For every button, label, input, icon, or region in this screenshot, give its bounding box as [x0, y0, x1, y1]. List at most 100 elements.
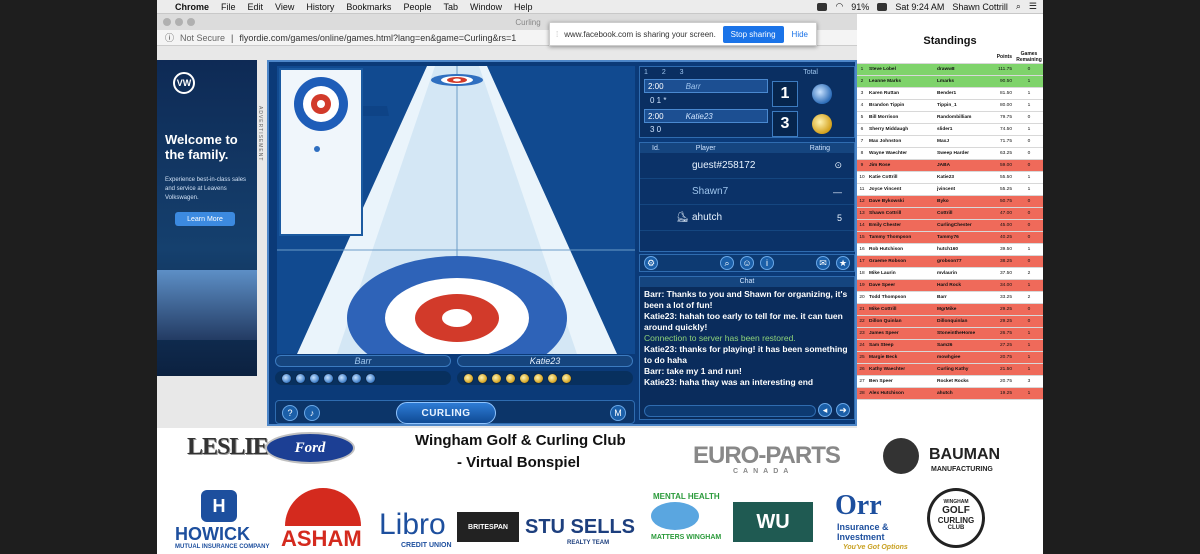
curling-stone-icon: [477, 372, 488, 384]
standings-cell: 16: [859, 247, 865, 252]
curling-stone-icon: [281, 372, 292, 384]
learn-more-button[interactable]: Learn More: [175, 212, 235, 226]
standings-cell: 74.50: [999, 127, 1012, 132]
minimize-window-icon[interactable]: [175, 18, 183, 26]
menu-tab[interactable]: Tab: [443, 2, 458, 12]
settings-gear-icon[interactable]: ⚙: [644, 256, 658, 270]
britespan-logo: BRITESPAN: [457, 512, 519, 542]
standings-cell: mvlaurin: [937, 271, 957, 276]
standings-cell: 7: [860, 139, 864, 144]
menu-edit[interactable]: Edit: [248, 2, 264, 12]
battery-label[interactable]: 91%: [851, 2, 869, 12]
chat-input[interactable]: [644, 405, 816, 417]
menu-bookmarks[interactable]: Bookmarks: [346, 2, 391, 12]
search-player-icon[interactable]: ⌕: [720, 256, 734, 270]
standings-cell: 1: [1027, 367, 1031, 372]
mental-health-title: MENTAL HEALTH: [653, 492, 720, 501]
leslie-logo: LESLIE: [187, 434, 269, 460]
standings-cell: Sam26: [937, 343, 953, 348]
standings-cell: Max Johnston: [869, 139, 902, 144]
not-secure-label[interactable]: Not Secure: [180, 33, 225, 43]
standings-cell: 21.50: [999, 367, 1012, 372]
standings-cell: 81.50: [999, 91, 1012, 96]
chat-message: Katie23: hahah too early to tell for me.…: [644, 311, 843, 332]
standings-cell: 1: [1027, 343, 1031, 348]
volume-icon[interactable]: ◂: [818, 403, 832, 417]
total-barr: 1: [772, 81, 798, 107]
help-button[interactable]: ?: [282, 405, 298, 421]
standings-cell: 1: [1027, 283, 1031, 288]
menu-view[interactable]: View: [275, 2, 294, 12]
stop-sharing-button[interactable]: Stop sharing: [722, 25, 784, 43]
curling-button[interactable]: CURLING: [396, 402, 496, 424]
invite-icon[interactable]: ✉: [816, 256, 830, 270]
score-row-barr: 2:00 Barr: [644, 79, 768, 93]
menu-help[interactable]: Help: [514, 2, 533, 12]
asham-arch-icon: [285, 488, 361, 526]
close-window-icon[interactable]: [163, 18, 171, 26]
libro-logo: Libro: [379, 508, 446, 541]
standings-cell: Rocket Rocks: [937, 379, 969, 384]
chat-messages: Barr: Thanks to you and Shawn for organi…: [640, 287, 854, 390]
standings-cell: hutch160: [937, 247, 959, 252]
player-row[interactable]: Shawn7 —: [640, 179, 854, 205]
player-tools: ⚙ ⌕ ☺ i ✉ ★: [639, 254, 855, 272]
player-row[interactable]: guest#258172 ⊙: [640, 153, 854, 179]
curling-game[interactable]: Barr Katie23 ? ♪ CURLING M 1 2 3 Total 2…: [267, 60, 857, 426]
standings-row: 20 Todd Thompson Barr 33.25 2: [857, 292, 1043, 304]
standings-cell: grobson77: [937, 259, 962, 264]
standings-cell: jvincent: [937, 187, 956, 192]
curling-stone-icon: [351, 372, 362, 384]
standings-cell: 11: [859, 187, 865, 192]
standings-cell: 29.25: [999, 307, 1012, 312]
standings-cell: Ben Speer: [869, 379, 893, 384]
chat-panel[interactable]: Chat Barr: Thanks to you and Shawn for o…: [639, 276, 855, 420]
standings-cell: MaxJ: [937, 139, 949, 144]
orr-logo: Orr: [835, 490, 882, 521]
vw-advertisement[interactable]: VW Welcome to the family. Experience bes…: [157, 60, 257, 376]
standings-cell: Karen Ruttan: [869, 91, 900, 96]
profile-icon[interactable]: ☺: [740, 256, 754, 270]
standings-row: 1 Steve Lobel draww8 111.75 0: [857, 64, 1043, 76]
sponsor-banner: LESLIE Ford Wingham Golf & Curling Club …: [157, 428, 1043, 554]
wifi-icon[interactable]: ◠: [835, 1, 843, 12]
menu-app[interactable]: Chrome: [175, 2, 209, 12]
standings-cell: 23: [859, 331, 865, 336]
standings-cell: 1: [1027, 391, 1031, 396]
battery-icon[interactable]: [877, 2, 888, 11]
curling-sheet[interactable]: [277, 66, 635, 354]
chat-message: Katie23: haha thay was an interesting en…: [644, 377, 814, 387]
menu-history[interactable]: History: [306, 2, 334, 12]
standings-cell: 1: [1027, 355, 1031, 360]
menu-people[interactable]: People: [403, 2, 431, 12]
standings-cell: 17: [859, 259, 865, 264]
sound-button[interactable]: ♪: [304, 405, 320, 421]
ends-header: 1 2 3: [644, 69, 690, 76]
drag-handle-icon[interactable]: ⁞: [556, 30, 558, 39]
info-icon[interactable]: i: [760, 256, 774, 270]
menu-file[interactable]: File: [221, 2, 236, 12]
menu-button[interactable]: M: [610, 405, 626, 421]
menu-window[interactable]: Window: [470, 2, 502, 12]
search-icon[interactable]: ⌕: [1016, 1, 1021, 12]
user-name[interactable]: Shawn Cottrill: [952, 2, 1008, 12]
bauman-logo-icon: [883, 438, 919, 474]
hide-button[interactable]: Hide: [792, 30, 808, 39]
menu-list-icon[interactable]: ☰: [1029, 1, 1037, 12]
standings-row: 14 Emily Chester CurlingChester 45.00 0: [857, 220, 1043, 232]
trophy-icon[interactable]: ★: [836, 256, 850, 270]
send-icon[interactable]: ➜: [836, 403, 850, 417]
standings-table: Points Games Remaining 1 Steve Lobel draww8 1…: [857, 50, 1043, 400]
screen-share-icon[interactable]: [817, 2, 828, 11]
zoom-window-icon[interactable]: [187, 18, 195, 26]
standings-cell: 1: [1027, 331, 1031, 336]
player-row[interactable]: ⛸ ahutch 5: [640, 205, 854, 231]
clock[interactable]: Sat 9:24 AM: [895, 2, 944, 12]
team-right-name: Katie23: [457, 355, 633, 367]
standings-cell: Todd Thompson: [869, 295, 907, 300]
standings-cell: 0: [1027, 67, 1031, 72]
mac-menubar: Chrome File Edit View History Bookmarks …: [157, 0, 1043, 14]
info-icon[interactable]: ⓘ: [165, 31, 174, 44]
standings-cell: 79.75: [999, 115, 1012, 120]
url-text[interactable]: flyordie.com/games/online/games.html?lan…: [239, 33, 516, 43]
